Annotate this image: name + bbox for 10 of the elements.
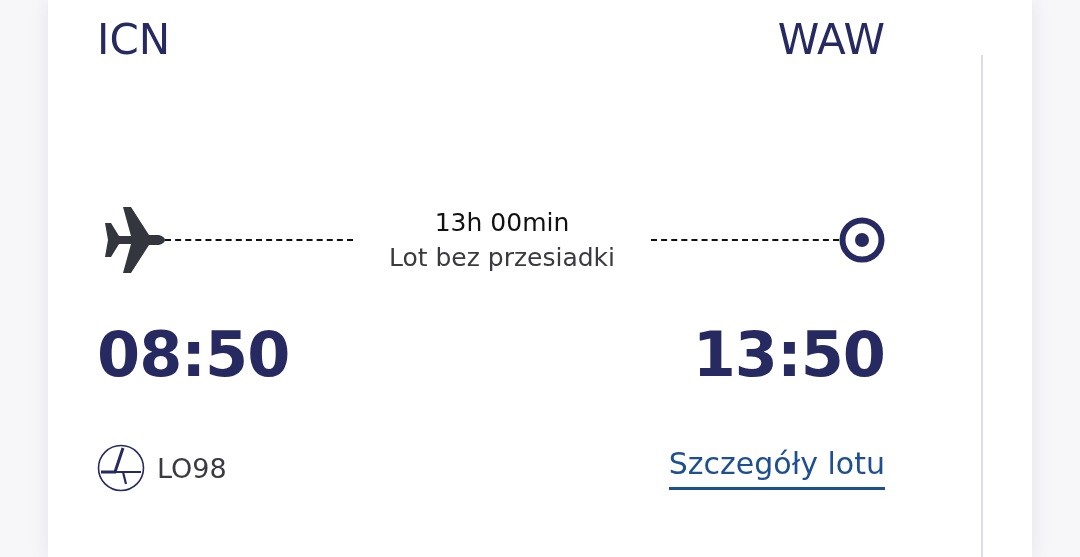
- destination-icon: [839, 217, 885, 263]
- airline-logo-icon: [97, 444, 145, 492]
- departure-time: 08:50: [97, 318, 290, 392]
- flight-details-link[interactable]: Szczegóły lotu: [668, 446, 885, 490]
- flight-duration: 13h 00min: [434, 207, 570, 239]
- arrival-time: 13:50: [692, 318, 885, 392]
- destination-code: WAW: [777, 14, 885, 66]
- flight-number: LO98: [157, 452, 227, 484]
- stops-label: Lot bez przesiadki: [388, 242, 616, 274]
- origin-code: ICN: [97, 14, 171, 66]
